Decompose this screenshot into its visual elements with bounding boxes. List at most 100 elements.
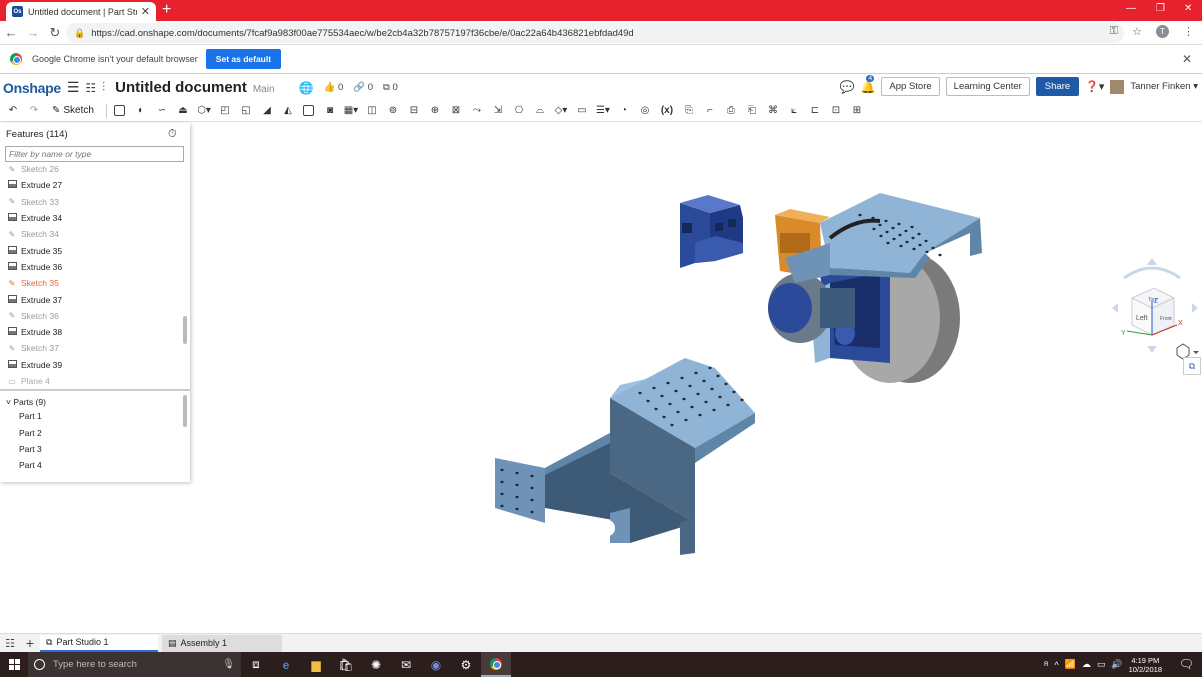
forward-arrow-icon[interactable]: → bbox=[22, 25, 44, 40]
extrude-icon[interactable] bbox=[111, 103, 129, 119]
view-cube[interactable]: Top Left Front Z X Y bbox=[1102, 253, 1202, 363]
feature-filter-input[interactable] bbox=[5, 146, 184, 162]
battery-icon[interactable]: ▭ bbox=[1097, 659, 1106, 670]
shell-icon[interactable] bbox=[300, 103, 318, 119]
modify-fillet-icon[interactable]: ⤳ bbox=[468, 103, 486, 119]
transform-icon[interactable]: ⊕ bbox=[426, 103, 444, 119]
likes-count[interactable]: 👍 0 bbox=[323, 82, 343, 93]
finish-sheet-metal-icon[interactable]: ⊡ bbox=[827, 103, 845, 119]
minimize-window-icon[interactable]: — bbox=[1126, 3, 1136, 14]
custom-feature-icon[interactable]: ⊞ bbox=[848, 103, 866, 119]
panel-divider[interactable] bbox=[0, 389, 190, 391]
bookmark-star-icon[interactable]: ☆ bbox=[1132, 25, 1142, 38]
part-lower-bracket[interactable] bbox=[495, 358, 755, 555]
task-view-icon[interactable]: ⧈ bbox=[241, 652, 271, 677]
part-blue-connector[interactable] bbox=[680, 195, 743, 268]
view-cube-left[interactable]: Left bbox=[1136, 315, 1148, 322]
help-icon[interactable]: ❓▾ bbox=[1085, 80, 1104, 93]
close-window-icon[interactable]: ✕ bbox=[1184, 3, 1192, 14]
split-icon[interactable]: ⊟ bbox=[405, 103, 423, 119]
edge-browser-icon[interactable]: e bbox=[271, 652, 301, 677]
undo-icon[interactable]: ↶ bbox=[4, 103, 22, 119]
discord-icon[interactable]: ◉ bbox=[421, 652, 451, 677]
part-item[interactable]: Part 2 bbox=[19, 424, 42, 440]
onshape-logo[interactable]: Onshape bbox=[3, 80, 61, 96]
network-icon[interactable]: 📶 bbox=[1065, 659, 1076, 670]
browser-tab[interactable]: Os Untitled document | Part Studio 1 ✕ bbox=[6, 2, 156, 21]
volume-icon[interactable]: 🔊 bbox=[1111, 659, 1122, 670]
tab-part-studio-1[interactable]: ⧉ Part Studio 1 bbox=[40, 634, 158, 652]
key-icon[interactable]: ⚿ bbox=[1110, 25, 1118, 38]
draft-icon[interactable]: ◢ bbox=[258, 103, 276, 119]
feature-item[interactable]: Extrude 37 bbox=[0, 291, 182, 307]
offset-surface-icon[interactable]: ⌓ bbox=[531, 103, 549, 119]
feature-item[interactable]: Extrude 34 bbox=[0, 210, 182, 226]
mate-connector-icon[interactable]: ▭ bbox=[573, 103, 591, 119]
bend-icon[interactable]: ⎗ bbox=[743, 103, 761, 119]
feature-list-scrollbar[interactable] bbox=[183, 316, 187, 344]
feature-item[interactable]: Extrude 39 bbox=[0, 357, 182, 373]
tab-list-icon[interactable]: ☷ bbox=[0, 637, 20, 650]
taskbar-clock[interactable]: 4:19 PM 10/2/2018 bbox=[1129, 656, 1162, 674]
app-sun-icon[interactable]: ✺ bbox=[361, 652, 391, 677]
workspace-name[interactable]: Main bbox=[253, 84, 275, 95]
flange-icon[interactable]: ⌐ bbox=[701, 103, 719, 119]
feature-item[interactable]: ✎ Sketch 33 bbox=[0, 194, 182, 210]
form-icon[interactable]: ⌘ bbox=[764, 103, 782, 119]
onedrive-icon[interactable]: ☁ bbox=[1082, 659, 1091, 670]
show-hidden-icons-icon[interactable]: ^ bbox=[1054, 660, 1058, 670]
windows-start-icon[interactable] bbox=[0, 659, 28, 670]
thicken-icon[interactable]: ⬡▾ bbox=[195, 103, 213, 119]
copies-count[interactable]: ⧉ 0 bbox=[383, 82, 398, 93]
tab-icon[interactable]: ⎙ bbox=[722, 103, 740, 119]
view-cube-front[interactable]: Front bbox=[1160, 316, 1172, 322]
replace-face-icon[interactable]: ⎔ bbox=[510, 103, 528, 119]
document-title[interactable]: Untitled document bbox=[115, 79, 247, 96]
profile-avatar[interactable]: T bbox=[1156, 25, 1169, 38]
microsoft-store-icon[interactable]: 🛍 bbox=[331, 652, 361, 677]
feature-item[interactable]: ✎ Sketch 26 bbox=[0, 161, 182, 177]
corner-icon[interactable]: ⟀ bbox=[785, 103, 803, 119]
redo-icon[interactable]: ↷ bbox=[25, 103, 43, 119]
steam-icon[interactable]: ⚙ bbox=[451, 652, 481, 677]
measure-icon[interactable]: ◔ bbox=[615, 103, 633, 119]
feature-item[interactable]: ✎ Sketch 34 bbox=[0, 226, 182, 242]
loft-icon[interactable]: ⏏ bbox=[174, 103, 192, 119]
close-tab-icon[interactable]: ✕ bbox=[141, 5, 150, 18]
render-mode-icon[interactable]: ⧉ bbox=[1183, 357, 1201, 375]
microphone-icon[interactable]: 🎙 bbox=[222, 659, 235, 670]
add-tab-icon[interactable]: + bbox=[20, 635, 40, 651]
app-store-button[interactable]: App Store bbox=[881, 77, 940, 96]
section-view-icon[interactable]: ◎ bbox=[636, 103, 654, 119]
people-icon[interactable]: ᴿ bbox=[1044, 660, 1048, 670]
share-button[interactable]: Share bbox=[1035, 77, 1080, 96]
notifications-bell-icon[interactable]: 🔔 4 bbox=[860, 74, 875, 94]
add-feature-icon[interactable]: ⫶ bbox=[102, 80, 105, 95]
part-item[interactable]: Part 3 bbox=[19, 441, 42, 457]
sweep-icon[interactable]: ∽ bbox=[153, 103, 171, 119]
delete-part-icon[interactable]: ⊠ bbox=[447, 103, 465, 119]
user-menu[interactable]: Tanner Finken ▾ bbox=[1130, 81, 1198, 92]
action-center-icon[interactable]: 🗨 bbox=[1179, 657, 1194, 671]
tab-assembly-1[interactable]: ▤ Assembly 1 bbox=[162, 634, 282, 652]
feature-item[interactable]: ✎ Sketch 37 bbox=[0, 340, 182, 356]
sketch-button[interactable]: ✎ Sketch bbox=[52, 105, 94, 116]
url-input[interactable]: 🔒 https://cad.onshape.com/documents/7fca… bbox=[66, 23, 1124, 43]
graphics-viewport[interactable]: Top Left Front Z X Y bbox=[190, 123, 1202, 633]
part-item[interactable]: Part 1 bbox=[19, 408, 42, 424]
restore-window-icon[interactable]: ❐ bbox=[1156, 3, 1165, 14]
reload-icon[interactable]: ↻ bbox=[44, 25, 66, 41]
feature-item[interactable]: Extrude 35 bbox=[0, 242, 182, 258]
new-tab-button[interactable]: + bbox=[162, 2, 171, 18]
revolve-icon[interactable]: ◐ bbox=[132, 103, 150, 119]
view-options-chevron-icon[interactable] bbox=[1193, 351, 1199, 354]
feature-item[interactable]: Extrude 36 bbox=[0, 259, 182, 275]
feature-list-toggle-icon[interactable]: ☷ bbox=[85, 81, 96, 95]
part-item[interactable]: Part 4 bbox=[19, 457, 42, 473]
chrome-menu-icon[interactable]: ⋮ bbox=[1183, 25, 1194, 38]
file-explorer-icon[interactable]: ▆ bbox=[301, 652, 331, 677]
plane-icon[interactable]: ◇▾ bbox=[552, 103, 570, 119]
links-count[interactable]: 🔗 0 bbox=[353, 82, 373, 93]
rib-icon[interactable]: ◭ bbox=[279, 103, 297, 119]
hole-icon[interactable]: ◙ bbox=[321, 103, 339, 119]
